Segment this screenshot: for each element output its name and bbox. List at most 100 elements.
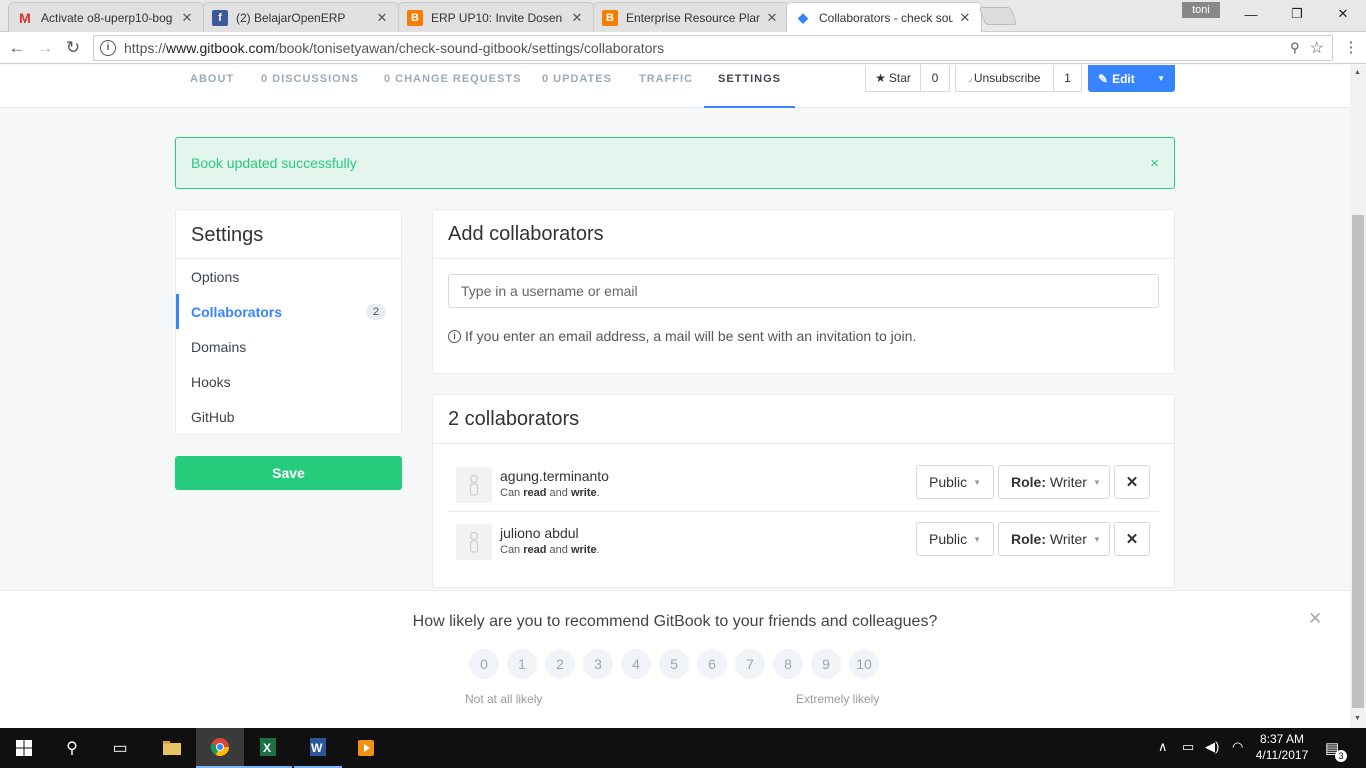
collaborator-name: juliono abdul (500, 525, 579, 541)
add-collaborators-panel: Add collaborators Type in a username or … (432, 209, 1175, 374)
star-label: Star (888, 71, 911, 85)
scrollbar-thumb[interactable] (1352, 215, 1364, 708)
collaborator-permission: Can read and write. (500, 487, 600, 499)
search-icon[interactable]: ⚲ (48, 728, 96, 768)
close-tab-icon[interactable]: ✕ (569, 10, 585, 26)
caret-down-icon: ▼ (1092, 477, 1101, 487)
tab-about[interactable]: ABOUT (190, 73, 234, 108)
collaborators-panel: 2 collaborators agung.terminanto Can rea… (432, 394, 1175, 588)
system-clock[interactable]: 8:37 AM 4/11/2017 (1252, 731, 1312, 763)
score-option[interactable]: 5 (659, 649, 689, 679)
windows-taskbar: ⚲ ▭ X W ∧ ▭ ◀) ◠ 8:37 AM 4/11/2017 ▤ 3 (0, 728, 1366, 768)
low-score-label: Not at all likely (465, 692, 543, 706)
tab-discussions[interactable]: 0 DISCUSSIONS (261, 73, 359, 108)
score-option[interactable]: 0 (469, 649, 499, 679)
unsubscribe-label: Unsubscribe (973, 71, 1041, 85)
close-tab-icon[interactable]: ✕ (957, 10, 973, 26)
restore-icon[interactable]: ❐ (1274, 0, 1320, 28)
browser-tab-gmail[interactable]: M Activate o8-uperp10-bog ✕ (8, 2, 204, 32)
site-info-icon[interactable]: i (100, 40, 116, 56)
tab-change-requests[interactable]: 0 CHANGE REQUESTS (384, 73, 521, 108)
score-option[interactable]: 6 (697, 649, 727, 679)
page-scrollbar[interactable]: ▲ ▼ (1350, 65, 1366, 728)
username-input[interactable]: Type in a username or email (448, 274, 1159, 308)
score-option[interactable]: 8 (773, 649, 803, 679)
edit-button[interactable]: ✎ Edit ▼ (1088, 65, 1175, 92)
start-windows-icon[interactable] (0, 728, 48, 768)
chrome-icon[interactable] (196, 728, 244, 768)
close-icon[interactable]: × (1150, 155, 1159, 172)
sidebar-title: Settings (176, 210, 401, 259)
forward-icon[interactable]: → (34, 37, 56, 59)
scroll-up-icon[interactable]: ▲ (1354, 69, 1361, 76)
sidebar-item-collaborators[interactable]: Collaborators 2 (176, 294, 401, 329)
menu-icon[interactable]: ⋮ (1340, 37, 1362, 59)
browser-tab-facebook[interactable]: f (2) BelajarOpenERP ✕ (203, 2, 399, 32)
tab-traffic[interactable]: TRAFFIC (639, 73, 693, 108)
browser-toolbar: ← → ↻ i https:// www.gitbook.com /book/t… (0, 32, 1366, 64)
file-explorer-icon[interactable] (148, 728, 196, 768)
role-select[interactable]: Role: Writer ▼ (998, 465, 1110, 499)
browser-tab-enterprise[interactable]: B Enterprise Resource Plan ✕ (593, 2, 789, 32)
notification-count-badge: 3 (1335, 750, 1347, 762)
tab-settings[interactable]: SETTINGS (704, 73, 795, 108)
battery-icon[interactable]: ▭ (1182, 739, 1194, 755)
tab-updates[interactable]: 0 UPDATES (542, 73, 612, 108)
unsubscribe-button[interactable]: ◞ Unsubscribe (955, 65, 1054, 92)
close-tab-icon[interactable]: ✕ (179, 10, 195, 26)
score-option[interactable]: 9 (811, 649, 841, 679)
visibility-select[interactable]: Public ▼ (916, 522, 994, 556)
score-option[interactable]: 7 (735, 649, 765, 679)
close-tab-icon[interactable]: ✕ (374, 10, 390, 26)
sidebar-item-hooks[interactable]: Hooks (176, 364, 401, 399)
excel-icon[interactable]: X (244, 728, 292, 768)
bookmark-star-icon[interactable]: ☆ (1310, 38, 1324, 58)
word-icon[interactable]: W (294, 728, 342, 768)
tray-expand-icon[interactable]: ∧ (1158, 739, 1168, 755)
star-count: 0 (920, 65, 950, 92)
profile-badge[interactable]: toni (1182, 2, 1220, 18)
score-option[interactable]: 10 (849, 649, 879, 679)
role-select[interactable]: Role: Writer ▼ (998, 522, 1110, 556)
volume-icon[interactable]: ◀) (1205, 739, 1219, 755)
window-close-icon[interactable]: ✕ (1320, 0, 1366, 28)
close-tab-icon[interactable]: ✕ (764, 10, 780, 26)
address-bar[interactable]: i https:// www.gitbook.com /book/toniset… (93, 35, 1333, 61)
collaborator-name: agung.terminanto (500, 468, 609, 484)
score-option[interactable]: 2 (545, 649, 575, 679)
pencil-icon: ✎ (1098, 71, 1109, 86)
media-player-icon[interactable] (342, 728, 390, 768)
save-button[interactable]: Save (175, 456, 402, 490)
remove-collaborator-button[interactable]: ✕ (1114, 522, 1150, 556)
scroll-down-icon[interactable]: ▼ (1354, 715, 1361, 722)
sidebar-item-github[interactable]: GitHub (176, 399, 401, 434)
browser-tab-erp-invite[interactable]: B ERP UP10: Invite Dosen n ✕ (398, 2, 594, 32)
star-button[interactable]: ★ Star (865, 65, 921, 92)
settings-sidebar: Settings Options Collaborators 2 Domains … (175, 209, 402, 435)
back-icon[interactable]: ← (6, 37, 28, 59)
score-option[interactable]: 3 (583, 649, 613, 679)
high-score-label: Extremely likely (796, 692, 880, 706)
new-tab-button[interactable] (978, 7, 1018, 25)
sidebar-item-options[interactable]: Options (176, 259, 401, 294)
chevron-down-icon[interactable]: ▼ (1157, 74, 1165, 83)
collaborator-row: agung.terminanto Can read and write. Pub… (448, 455, 1159, 512)
bookmark-pin-icon[interactable]: ⚲ (1290, 40, 1300, 56)
visibility-select[interactable]: Public ▼ (916, 465, 994, 499)
wifi-icon[interactable]: ◠ (1232, 739, 1243, 755)
close-icon[interactable]: ✕ (1308, 609, 1322, 629)
score-option[interactable]: 1 (507, 649, 537, 679)
task-view-icon[interactable]: ▭ (96, 728, 144, 768)
minimize-icon[interactable]: — (1228, 0, 1274, 28)
caret-down-icon: ▼ (973, 534, 982, 544)
subscriber-count: 1 (1053, 65, 1082, 92)
sidebar-item-domains[interactable]: Domains (176, 329, 401, 364)
score-option[interactable]: 4 (621, 649, 651, 679)
sidebar-item-label: Hooks (191, 373, 231, 390)
caret-down-icon: ▼ (1092, 534, 1101, 544)
browser-tab-strip: M Activate o8-uperp10-bog ✕ f (2) Belaja… (0, 0, 1366, 33)
remove-collaborator-button[interactable]: ✕ (1114, 465, 1150, 499)
reload-icon[interactable]: ↻ (62, 37, 84, 59)
browser-tab-collaborators[interactable]: ◆ Collaborators - check sou ✕ (786, 2, 982, 33)
blogger-icon: B (602, 9, 618, 26)
